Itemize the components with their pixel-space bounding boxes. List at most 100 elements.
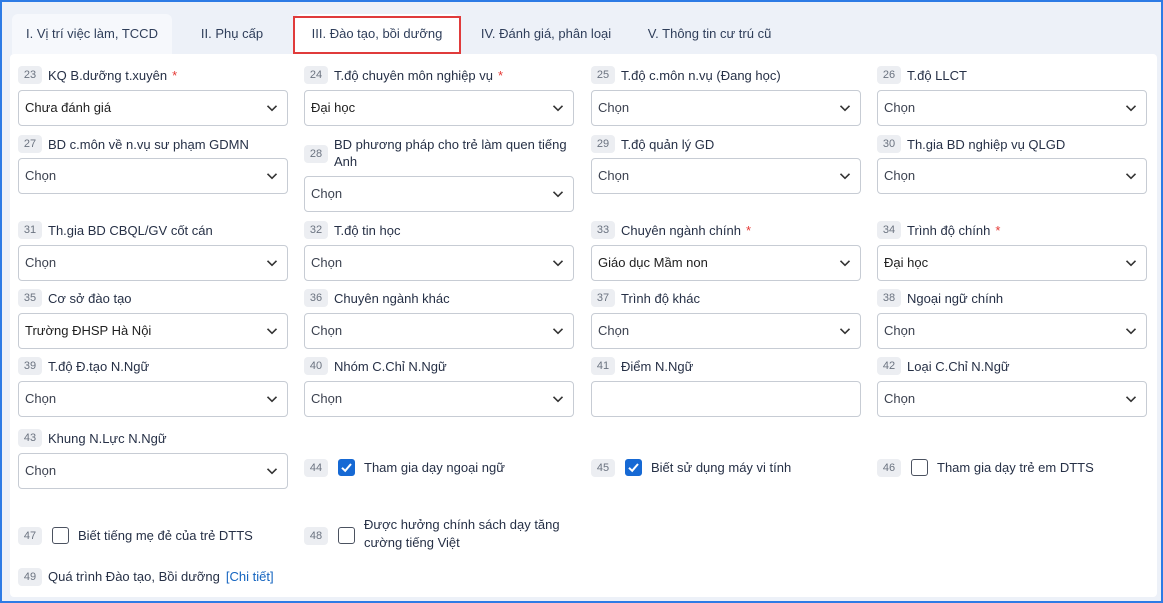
select-value: Chọn bbox=[884, 391, 916, 406]
select-value: Đại học bbox=[884, 255, 929, 270]
field-number: 29 bbox=[591, 135, 615, 153]
biet-tieng-me-de-checkbox[interactable] bbox=[52, 527, 69, 544]
trinh-do-khac-select[interactable]: Chọn bbox=[591, 313, 861, 349]
field-number: 27 bbox=[18, 135, 42, 153]
field-label: Quá trình Đào tạo, Bồi dưỡng [Chi tiết] bbox=[48, 569, 274, 584]
chevron-down-icon bbox=[839, 173, 851, 180]
select-value: Chọn bbox=[25, 255, 57, 270]
tab-vi-tri-viec-lam[interactable]: I. Vị trí việc làm, TCCD bbox=[12, 14, 172, 54]
chi-tiet-link[interactable]: [Chi tiết] bbox=[226, 569, 274, 584]
select-value: Chưa đánh giá bbox=[25, 100, 112, 115]
field-label: Nhóm C.Chỉ N.Ngữ bbox=[334, 359, 447, 374]
nhom-cchi-nngu-select[interactable]: Chọn bbox=[304, 381, 574, 417]
select-value: Giáo dục Mầm non bbox=[598, 255, 708, 270]
loai-cchi-nngu-select[interactable]: Chọn bbox=[877, 381, 1147, 417]
tham-gia-day-tre-em-dtts-checkbox[interactable] bbox=[911, 459, 928, 476]
field-number: 39 bbox=[18, 357, 42, 375]
chevron-down-icon bbox=[1125, 396, 1137, 403]
select-value: Đại học bbox=[311, 100, 356, 115]
thgia-bd-qlgd-select[interactable]: Chọn bbox=[877, 158, 1147, 194]
field-label: BD c.môn về n.vụ sư phạm GDMN bbox=[48, 137, 249, 152]
field-label: Chuyên ngành khác bbox=[334, 291, 450, 306]
field-number: 26 bbox=[877, 66, 901, 84]
field-tham-gia-day-tre-em-dtts: 46 Tham gia dạy trẻ em DTTS bbox=[877, 457, 1147, 479]
field-label: Loại C.Chỉ N.Ngữ bbox=[907, 359, 1010, 374]
field-label: Chuyên ngành chính * bbox=[621, 223, 752, 238]
thgia-bd-cbql-select[interactable]: Chọn bbox=[18, 245, 288, 281]
field-tham-gia-day-ngoai-ngu: 44 Tham gia dạy ngoại ngữ bbox=[304, 457, 574, 479]
chevron-down-icon bbox=[552, 260, 564, 267]
field-number: 49 bbox=[18, 568, 42, 586]
field-number: 37 bbox=[591, 289, 615, 307]
field-label: Điểm N.Ngữ bbox=[621, 359, 694, 374]
field-label: BD phương pháp cho trẻ làm quen tiếng Anh bbox=[334, 137, 567, 169]
select-value: Chọn bbox=[884, 168, 916, 183]
field-nhom-cchi-nngu: 40 Nhóm C.Chỉ N.Ngữ Chọn bbox=[304, 357, 574, 419]
field-label: Khung N.Lực N.Ngữ bbox=[48, 431, 167, 446]
field-label: T.độ Đ.tạo N.Ngữ bbox=[48, 359, 150, 374]
field-qua-trinh-dao-tao: 49 Quá trình Đào tạo, Bồi dưỡng [Chi tiết… bbox=[18, 566, 418, 588]
chevron-down-icon bbox=[1125, 173, 1137, 180]
select-value: Chọn bbox=[25, 391, 57, 406]
select-value: Chọn bbox=[598, 100, 630, 115]
field-number: 44 bbox=[304, 459, 328, 477]
diem-nngu-input[interactable] bbox=[591, 381, 861, 417]
field-number: 23 bbox=[18, 66, 42, 84]
field-chinh-sach-day-tang-cuong: 48 Được hưởng chính sách dạy tăng cường t… bbox=[304, 516, 574, 556]
chevron-down-icon bbox=[266, 173, 278, 180]
chevron-down-icon bbox=[266, 468, 278, 475]
select-value: Chọn bbox=[311, 323, 343, 338]
field-tdo-quan-ly-gd: 29 T.độ quản lý GD Chọn bbox=[591, 135, 861, 195]
select-value: Chọn bbox=[311, 186, 343, 201]
tdo-cmon-dang-hoc-select[interactable]: Chọn bbox=[591, 90, 861, 126]
tdo-quan-ly-gd-select[interactable]: Chọn bbox=[591, 158, 861, 194]
required-mark: * bbox=[172, 68, 178, 83]
field-khung-nluc-nngu: 43 Khung N.Lực N.Ngữ Chọn bbox=[18, 429, 288, 491]
chinh-sach-day-tang-cuong-checkbox[interactable] bbox=[338, 527, 355, 544]
field-number: 33 bbox=[591, 221, 615, 239]
checkbox-label: Biết tiếng mẹ đẻ của trẻ DTTS bbox=[78, 528, 253, 543]
field-bd-cmon-su-pham: 27 BD c.môn về n.vụ sư phạm GDMN Chọn bbox=[18, 135, 288, 195]
select-value: Chọn bbox=[884, 100, 916, 115]
chevron-down-icon bbox=[266, 328, 278, 335]
chevron-down-icon bbox=[266, 396, 278, 403]
tdo-chuyen-mon-select[interactable]: Đại học bbox=[304, 90, 574, 126]
tdo-llct-select[interactable]: Chọn bbox=[877, 90, 1147, 126]
ngoai-ngu-chinh-select[interactable]: Chọn bbox=[877, 313, 1147, 349]
bd-phuong-phap-select[interactable]: Chọn bbox=[304, 176, 574, 212]
field-tdo-chuyen-mon: 24 T.độ chuyên môn nghiệp vụ * Đại học bbox=[304, 66, 574, 128]
tab-danh-gia-phan-loai[interactable]: IV. Đánh giá, phân loại bbox=[465, 14, 627, 54]
field-label: Trình độ khác bbox=[621, 291, 701, 306]
field-chuyen-nganh-chinh: 33 Chuyên ngành chính * Giáo dục Mầm non bbox=[591, 221, 861, 283]
kq-bduong-select[interactable]: Chưa đánh giá bbox=[18, 90, 288, 126]
khung-nluc-nngu-select[interactable]: Chọn bbox=[18, 453, 288, 489]
tdo-tin-hoc-select[interactable]: Chọn bbox=[304, 245, 574, 281]
field-number: 45 bbox=[591, 459, 615, 477]
chuyen-nganh-chinh-select[interactable]: Giáo dục Mầm non bbox=[591, 245, 861, 281]
tab-thong-tin-cu-tru-cu[interactable]: V. Thông tin cư trú cũ bbox=[627, 14, 792, 54]
biet-su-dung-may-vi-tinh-checkbox[interactable] bbox=[625, 459, 642, 476]
bd-cmon-su-pham-select[interactable]: Chọn bbox=[18, 158, 288, 194]
field-loai-cchi-nngu: 42 Loại C.Chỉ N.Ngữ Chọn bbox=[877, 357, 1147, 419]
select-value: Chọn bbox=[311, 255, 343, 270]
chevron-down-icon bbox=[1125, 260, 1137, 267]
field-label: Th.gia BD nghiệp vụ QLGD bbox=[907, 137, 1066, 152]
co-so-dao-tao-select[interactable]: Trường ĐHSP Hà Nội bbox=[18, 313, 288, 349]
chuyen-nganh-khac-select[interactable]: Chọn bbox=[304, 313, 574, 349]
field-label: T.độ LLCT bbox=[907, 68, 967, 83]
field-tdo-tin-hoc: 32 T.độ tin học Chọn bbox=[304, 221, 574, 283]
field-number: 30 bbox=[877, 135, 901, 153]
trinh-do-chinh-select[interactable]: Đại học bbox=[877, 245, 1147, 281]
tab-dao-tao-boi-duong[interactable]: III. Đào tạo, bồi dưỡng bbox=[295, 14, 459, 54]
tdo-dtao-nngu-select[interactable]: Chọn bbox=[18, 381, 288, 417]
field-bd-phuong-phap-tieng-anh: 28 BD phương pháp cho trẻ làm quen tiếng… bbox=[304, 135, 574, 213]
field-label: Ngoại ngữ chính bbox=[907, 291, 1004, 306]
tab-bar: I. Vị trí việc làm, TCCD II. Phụ cấp III… bbox=[12, 14, 1157, 54]
field-co-so-dao-tao: 35 Cơ sở đào tạo Trường ĐHSP Hà Nội bbox=[18, 289, 288, 351]
required-mark: * bbox=[498, 68, 504, 83]
required-mark: * bbox=[745, 223, 752, 238]
tham-gia-day-ngoai-ngu-checkbox[interactable] bbox=[338, 459, 355, 476]
tab-phu-cap[interactable]: II. Phụ cấp bbox=[172, 14, 292, 54]
field-label: T.độ c.môn n.vụ (Đang học) bbox=[621, 68, 781, 83]
field-label: Trình độ chính * bbox=[907, 223, 1001, 238]
